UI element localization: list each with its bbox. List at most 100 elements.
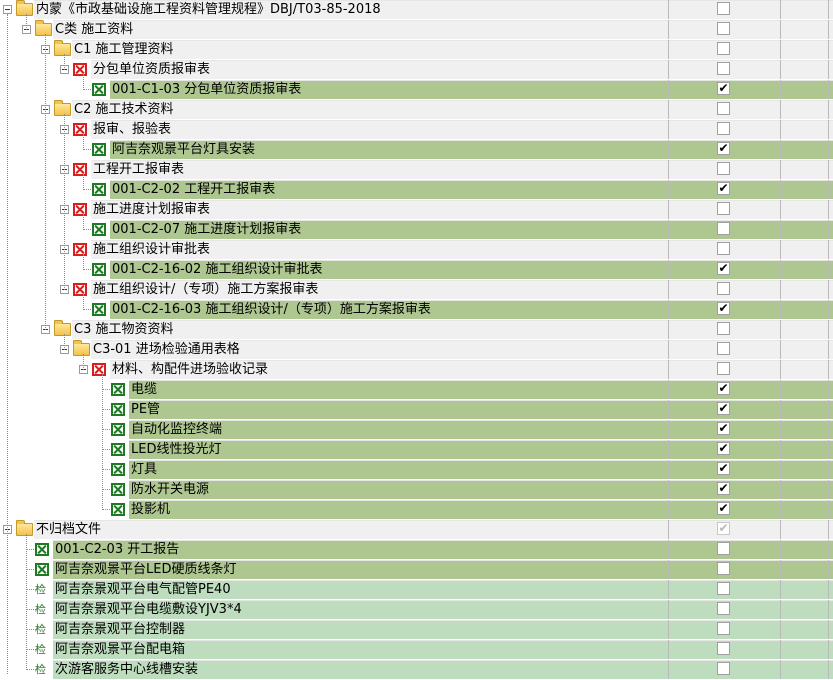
archive-checkbox[interactable] [717, 302, 730, 315]
tree-leaf[interactable]: 防水开关电源 [0, 480, 833, 500]
archive-checkbox[interactable] [717, 142, 730, 155]
archive-check-cell [668, 120, 780, 139]
tree-node[interactable]: 不归档文件 [0, 520, 833, 540]
tree-leaf[interactable]: 001-C1-03 分包单位资质报审表 [0, 80, 833, 100]
column-cell [828, 100, 833, 119]
archive-checkbox[interactable] [717, 442, 730, 455]
tree-leaf[interactable]: 检阿吉奈景观平台电气配管PE40 [0, 580, 833, 600]
node-label: 001-C2-03 开工报告 [55, 542, 180, 557]
tree-leaf[interactable]: 检阿吉奈景观平台控制器 [0, 620, 833, 640]
tree-leaf[interactable]: 灯具 [0, 460, 833, 480]
tree-node[interactable]: 分包单位资质报审表 [0, 60, 833, 80]
node-label: C3-01 进场检验通用表格 [93, 342, 240, 357]
tree-leaf[interactable]: 阿吉奈观景平台LED硬质线条灯 [0, 560, 833, 580]
tree-node[interactable]: 施工进度计划报审表 [0, 200, 833, 220]
archive-checkbox[interactable] [717, 622, 730, 635]
tree-leaf[interactable]: 检次游客服务中心线槽安装 [0, 660, 833, 680]
archive-checkbox[interactable] [717, 602, 730, 615]
tree-leaf[interactable]: 检阿吉奈景观平台电缆敷设YJV3*4 [0, 600, 833, 620]
archive-check-cell [668, 280, 780, 299]
archive-checkbox[interactable] [717, 482, 730, 495]
archive-checkbox[interactable] [717, 382, 730, 395]
archive-checkbox[interactable] [717, 162, 730, 175]
archive-tree: 内蒙《市政基础设施工程资料管理规程》DBJ/T03-85-2018 C类 施工资料… [0, 0, 833, 679]
excel-green-icon [35, 543, 49, 556]
column-cell [780, 620, 829, 639]
archive-checkbox[interactable] [717, 322, 730, 335]
excel-red-icon [73, 63, 87, 76]
column-cell [780, 60, 829, 79]
archive-checkbox[interactable] [717, 222, 730, 235]
column-cell [828, 340, 833, 359]
archive-checkbox[interactable] [717, 542, 730, 555]
archive-checkbox[interactable] [717, 102, 730, 115]
archive-checkbox[interactable] [717, 362, 730, 375]
node-label: PE管 [131, 402, 161, 417]
collapse-toggle-icon[interactable] [3, 5, 12, 14]
archive-checkbox[interactable] [717, 662, 730, 675]
archive-checkbox[interactable] [717, 62, 730, 75]
tree-node[interactable]: 材料、构配件进场验收记录 [0, 360, 833, 380]
column-cell [780, 0, 829, 19]
archive-checkbox[interactable] [717, 342, 730, 355]
archive-checkbox[interactable] [717, 182, 730, 195]
tree-leaf[interactable]: 电缆 [0, 380, 833, 400]
archive-checkbox[interactable] [717, 582, 730, 595]
tree-leaf[interactable]: 001-C2-07 施工进度计划报审表 [0, 220, 833, 240]
column-cell [828, 420, 833, 439]
archive-check-cell [668, 100, 780, 119]
archive-checkbox[interactable] [717, 282, 730, 295]
column-cell [780, 340, 829, 359]
tree-node[interactable]: 施工组织设计/（专项）施工方案报审表 [0, 280, 833, 300]
tree-leaf[interactable]: 001-C2-02 工程开工报审表 [0, 180, 833, 200]
archive-checkbox[interactable] [717, 22, 730, 35]
archive-checkbox[interactable] [717, 402, 730, 415]
archive-checkbox[interactable] [717, 502, 730, 515]
archive-checkbox[interactable] [717, 642, 730, 655]
column-cell [780, 220, 829, 239]
archive-checkbox[interactable] [717, 122, 730, 135]
tree-node[interactable]: C类 施工资料 [0, 20, 833, 40]
inspection-icon: 检 [35, 583, 46, 596]
tree-node[interactable]: C3-01 进场检验通用表格 [0, 340, 833, 360]
tree-leaf[interactable]: LED线性投光灯 [0, 440, 833, 460]
column-cell [828, 60, 833, 79]
tree-node[interactable]: 内蒙《市政基础设施工程资料管理规程》DBJ/T03-85-2018 [0, 0, 833, 20]
archive-check-cell [668, 480, 780, 499]
archive-checkbox[interactable] [717, 422, 730, 435]
node-label: 工程开工报审表 [93, 162, 185, 177]
tree-leaf[interactable]: 投影机 [0, 500, 833, 520]
tree-node[interactable]: C3 施工物资资料 [0, 320, 833, 340]
node-label: 001-C2-02 工程开工报审表 [112, 182, 276, 197]
archive-check-cell [668, 20, 780, 39]
column-cell [780, 460, 829, 479]
archive-checkbox[interactable] [717, 82, 730, 95]
archive-checkbox[interactable] [717, 2, 730, 15]
archive-checkbox[interactable] [717, 262, 730, 275]
tree-leaf[interactable]: 检阿吉奈观景平台配电箱 [0, 640, 833, 660]
tree-leaf[interactable]: 001-C2-16-03 施工组织设计/（专项）施工方案报审表 [0, 300, 833, 320]
tree-guide-line [83, 74, 84, 90]
folder-open-icon [54, 40, 71, 56]
archive-checkbox[interactable] [717, 562, 730, 575]
tree-node[interactable]: C2 施工技术资料 [0, 100, 833, 120]
tree-node[interactable]: C1 施工管理资料 [0, 40, 833, 60]
node-label: 阿吉奈景观平台电缆敷设YJV3*4 [55, 602, 242, 617]
tree-leaf[interactable]: PE管 [0, 400, 833, 420]
archive-checkbox[interactable] [717, 462, 730, 475]
column-cell [780, 560, 829, 579]
tree-node[interactable]: 工程开工报审表 [0, 160, 833, 180]
tree-guide-line [26, 14, 27, 30]
column-cell [828, 140, 833, 159]
tree-node[interactable]: 报审、报验表 [0, 120, 833, 140]
archive-checkbox[interactable] [717, 202, 730, 215]
tree-leaf[interactable]: 阿吉奈观景平台灯具安装 [0, 140, 833, 160]
archive-checkbox[interactable] [717, 42, 730, 55]
tree-leaf[interactable]: 001-C2-16-02 施工组织设计审批表 [0, 260, 833, 280]
tree-node[interactable]: 施工组织设计审批表 [0, 240, 833, 260]
tree-leaf[interactable]: 自动化监控终端 [0, 420, 833, 440]
tree-guide-line [83, 354, 84, 370]
node-label: 阿吉奈观景平台配电箱 [55, 642, 186, 657]
tree-leaf[interactable]: 001-C2-03 开工报告 [0, 540, 833, 560]
archive-checkbox[interactable] [717, 242, 730, 255]
